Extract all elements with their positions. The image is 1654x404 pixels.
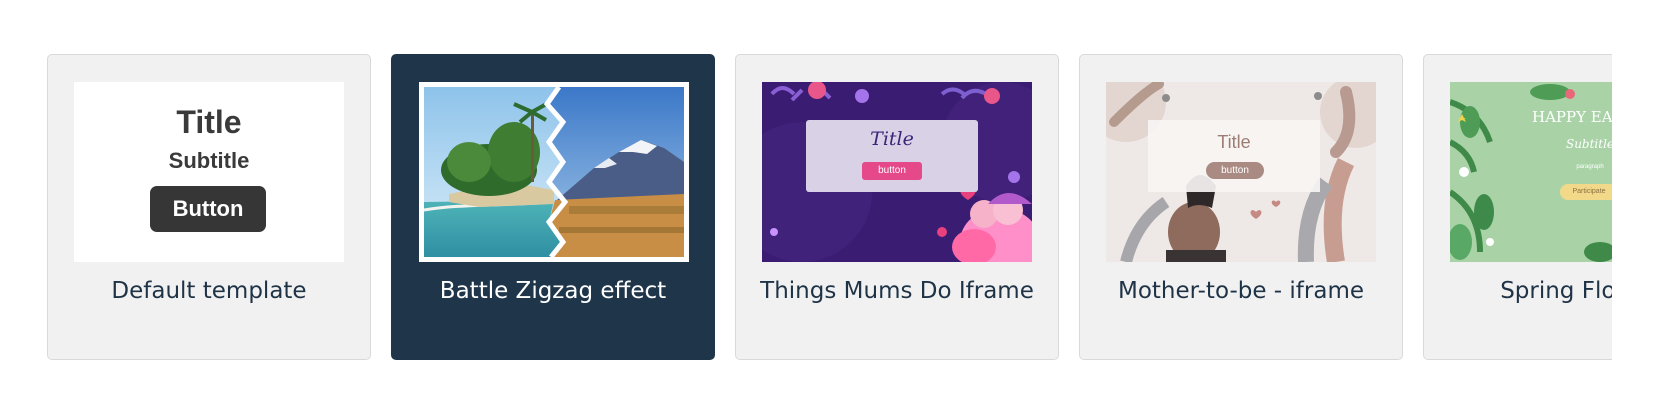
template-card-spring-flowers[interactable]: HAPPY EAST Subtitle paragraph Participat… xyxy=(1423,54,1612,360)
template-card-default[interactable]: Title Subtitle Button Default template xyxy=(47,54,371,360)
template-gallery: Title Subtitle Button Default template B… xyxy=(0,0,1612,404)
preview-button: Button xyxy=(150,186,266,232)
template-card-battle-zigzag[interactable]: Battle Zigzag effect xyxy=(391,54,715,360)
zigzag-landscape-image xyxy=(419,82,689,262)
preview-subtitle: Subtitle xyxy=(1565,137,1612,151)
template-thumbnail: Title button xyxy=(1106,82,1376,262)
preview-button: button xyxy=(862,162,922,180)
template-thumbnail xyxy=(419,82,689,262)
preview-panel xyxy=(1148,120,1320,192)
preview-title: HAPPY EAST xyxy=(1532,108,1612,126)
preview-title: Title xyxy=(176,104,242,140)
preview-button: Participate xyxy=(1560,184,1612,200)
preview-paragraph: paragraph xyxy=(1576,164,1604,170)
template-label: Mother-to-be - iframe xyxy=(1117,278,1365,304)
template-thumbnail: Title button xyxy=(762,82,1032,262)
preview-title: Title xyxy=(1217,132,1251,152)
template-label: Battle Zigzag effect xyxy=(439,278,667,304)
template-label: Spring Flowers xyxy=(1500,278,1612,304)
preview-title: Title xyxy=(870,128,914,150)
template-label: Default template xyxy=(111,278,307,304)
template-thumbnail: Title Subtitle Button xyxy=(74,82,344,262)
preview-subtitle: Subtitle xyxy=(168,148,250,173)
preview-button: button xyxy=(1206,162,1264,179)
template-thumbnail: HAPPY EAST Subtitle paragraph Participat… xyxy=(1450,82,1612,262)
template-card-mother-to-be[interactable]: Title button Mother-to-be - iframe xyxy=(1079,54,1403,360)
template-label: Things Mums Do Iframe xyxy=(760,278,1034,304)
template-card-things-mums-do[interactable]: Title button Things Mums Do Iframe xyxy=(735,54,1059,360)
